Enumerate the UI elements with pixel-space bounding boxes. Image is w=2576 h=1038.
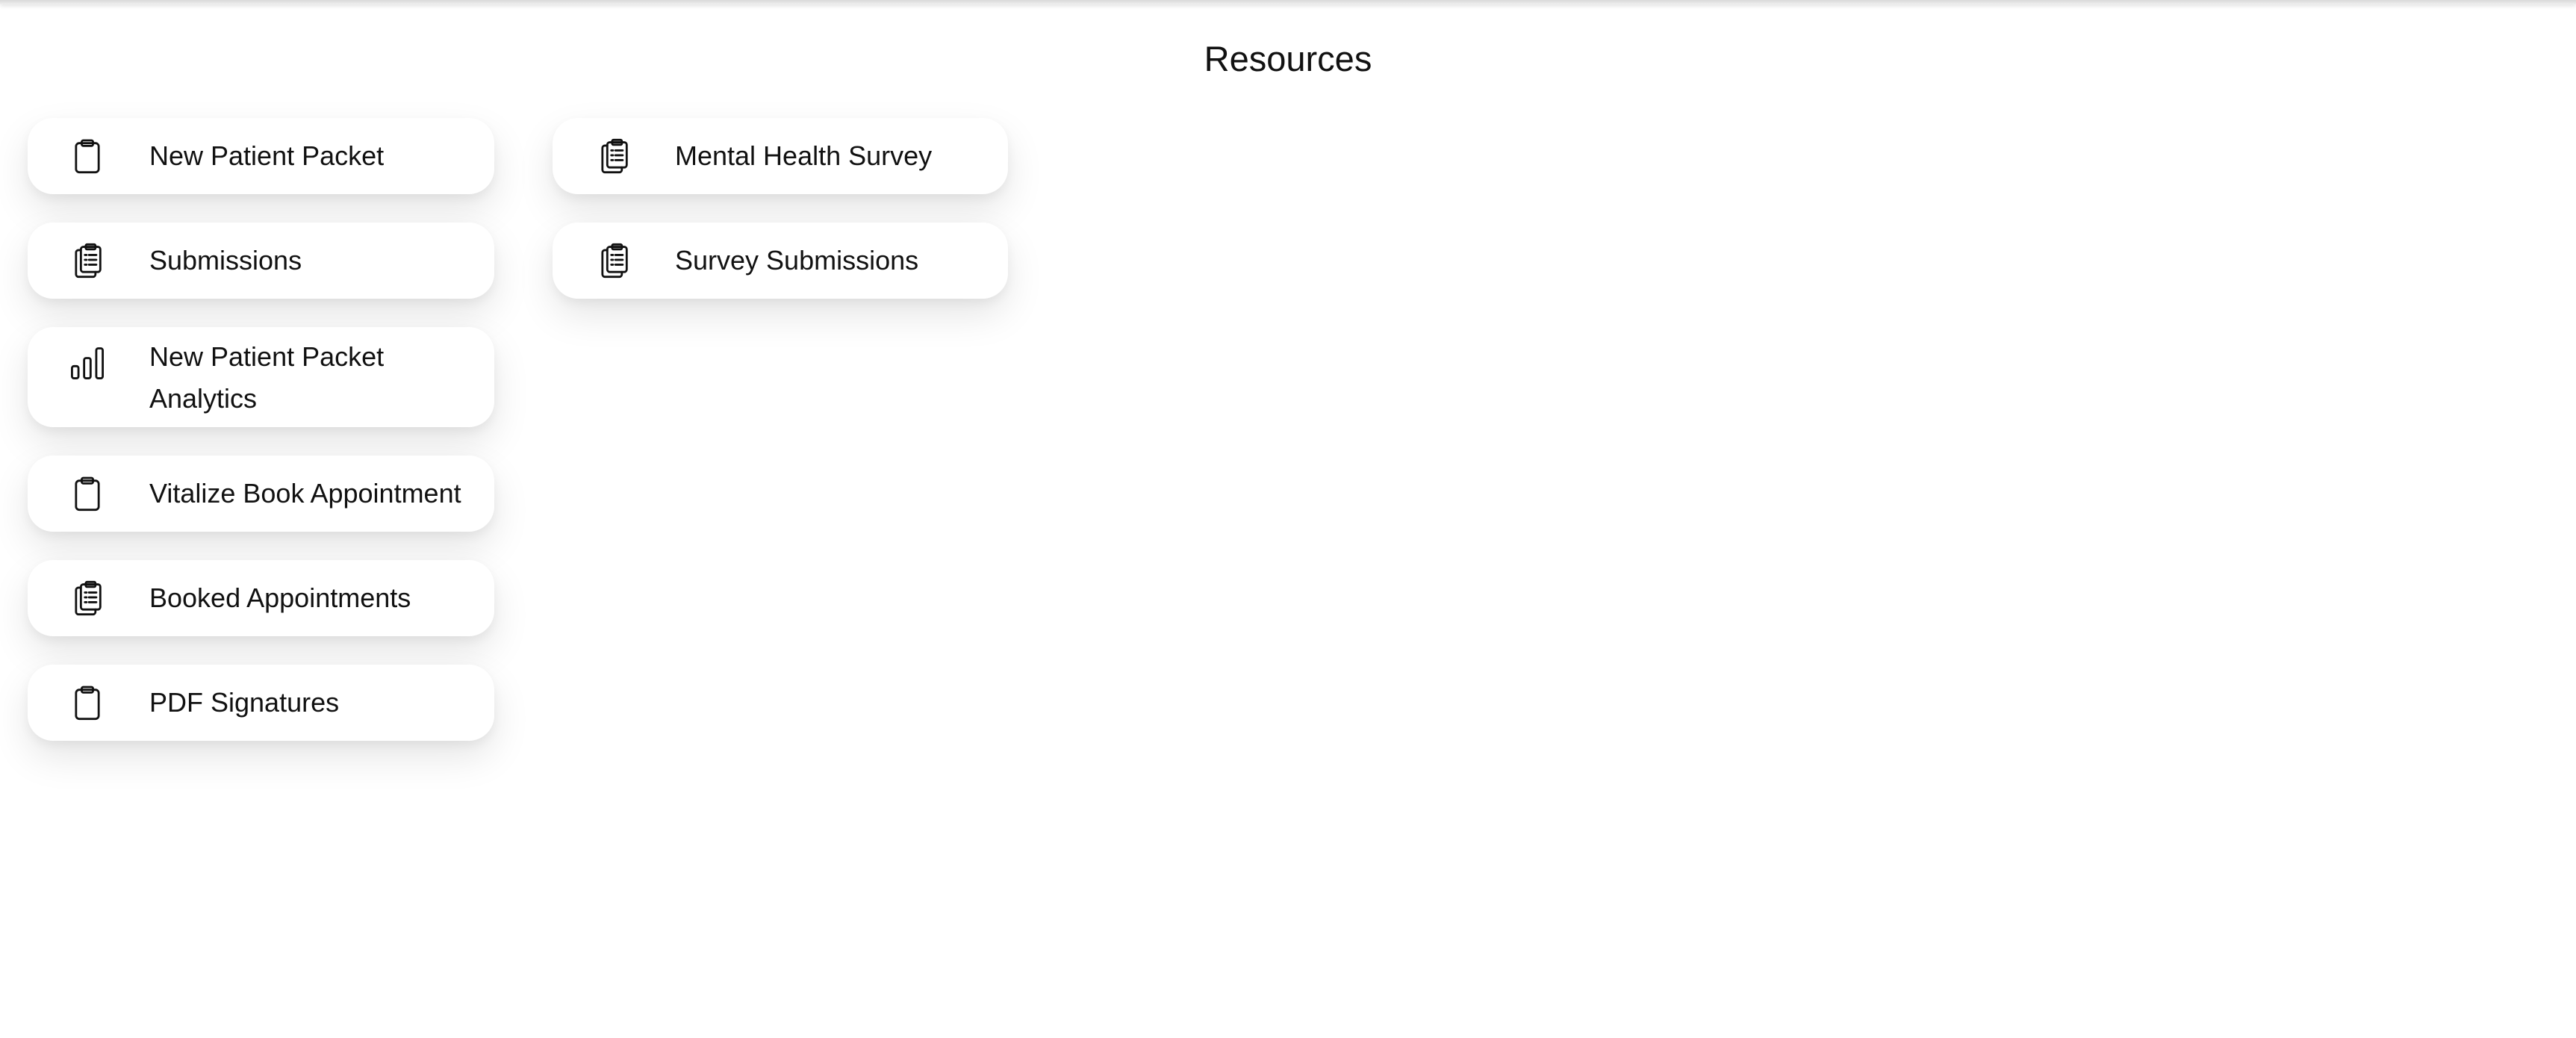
resource-label: Vitalize Book Appointment (149, 478, 461, 509)
resource-card-submissions[interactable]: Submissions (28, 223, 494, 299)
clipboard-list-icon (594, 241, 633, 280)
top-bar (0, 0, 2576, 4)
clipboard-icon (68, 137, 107, 175)
page-title: Resources (1204, 39, 1372, 78)
clipboard-list-icon (594, 137, 633, 175)
resource-card-new-patient-packet-analytics[interactable]: New Patient Packet Analytics (28, 327, 494, 427)
clipboard-icon (68, 474, 107, 513)
resource-label: Submissions (149, 245, 302, 276)
resource-label: Booked Appointments (149, 582, 411, 613)
resource-card-survey-submissions[interactable]: Survey Submissions (553, 223, 1008, 299)
resource-label: Mental Health Survey (675, 140, 933, 171)
resource-card-booked-appointments[interactable]: Booked Appointments (28, 560, 494, 636)
clipboard-list-icon (68, 241, 107, 280)
resource-card-vitalize-book-appointment[interactable]: Vitalize Book Appointment (28, 456, 494, 532)
resource-label: PDF Signatures (149, 687, 340, 718)
clipboard-icon (68, 683, 107, 722)
resource-label: New Patient Packet Analytics (149, 341, 385, 414)
resource-card-new-patient-packet[interactable]: New Patient Packet (28, 118, 494, 194)
resource-label: New Patient Packet (149, 140, 385, 171)
resource-card-pdf-signatures[interactable]: PDF Signatures (28, 665, 494, 741)
bar-chart-icon (68, 344, 107, 382)
clipboard-list-icon (68, 579, 107, 618)
resource-card-mental-health-survey[interactable]: Mental Health Survey (553, 118, 1008, 194)
resource-label: Survey Submissions (675, 245, 919, 276)
